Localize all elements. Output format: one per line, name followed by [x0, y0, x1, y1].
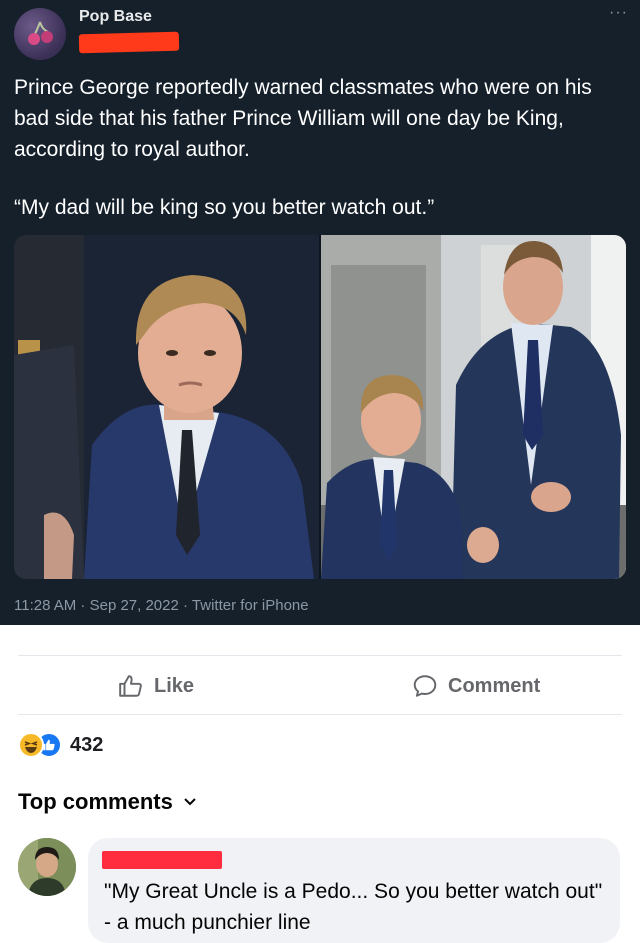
tweet-text: Prince George reportedly warned classmat… [14, 76, 592, 161]
tweet-timestamp: 11:28 AM · Sep 27, 2022 · Twitter for iP… [14, 597, 309, 614]
like-button[interactable]: Like [118, 656, 194, 716]
comment-button[interactable]: Comment [412, 656, 540, 716]
haha-icon [18, 732, 44, 758]
reaction-count: 432 [70, 733, 104, 756]
reactions-summary[interactable]: 432 [18, 731, 103, 759]
comment-label: Comment [448, 674, 541, 697]
photo-boy-portrait [14, 235, 319, 579]
embedded-tweet: Pop Base ··· Prince George reportedly wa… [0, 0, 640, 625]
cherry-icon [28, 21, 53, 45]
commenter-name-redaction [102, 851, 222, 869]
top-comments-dropdown[interactable]: Top comments [18, 789, 197, 815]
tweet-media[interactable] [14, 235, 626, 579]
thumbs-up-icon [119, 675, 142, 697]
more-options-icon[interactable]: ··· [609, 4, 628, 22]
top-comments-label: Top comments [18, 789, 173, 814]
comment-bubble[interactable]: "My Great Uncle is a Pedo... So you bett… [88, 838, 620, 943]
speech-bubble-icon [413, 675, 437, 697]
commenter-avatar[interactable] [18, 838, 76, 896]
post-actions-bar: Like Comment [18, 655, 622, 715]
tweet-quote: “My dad will be king so you better watch… [14, 196, 435, 219]
tweet-avatar[interactable] [14, 8, 66, 60]
like-label: Like [154, 674, 195, 697]
chevron-down-icon [184, 798, 196, 806]
comment-text: "My Great Uncle is a Pedo... So you bett… [104, 880, 603, 934]
photo-father-and-son [321, 235, 626, 579]
tweet-account-name[interactable]: Pop Base [79, 8, 152, 26]
handle-redaction [78, 31, 180, 54]
